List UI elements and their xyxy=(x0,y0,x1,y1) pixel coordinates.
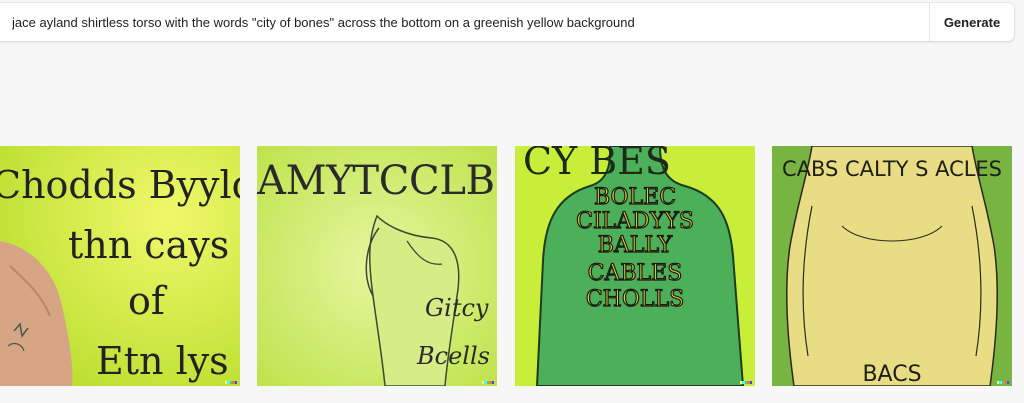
img2-script-2: Bcells xyxy=(416,342,490,370)
img3-line-1: BOLEC xyxy=(594,185,676,210)
img3-line-3: BALLY xyxy=(598,233,673,258)
image-badge xyxy=(225,381,238,384)
result-image-3[interactable]: CY BES BOLEC CILADYYS BALLY CABLES CHOLL… xyxy=(515,146,755,386)
img1-line-1: Chodds Byyld xyxy=(0,163,240,207)
img3-line-4: CABLES xyxy=(588,261,683,286)
img4-top-text: CABS CALTY S ACLES xyxy=(782,157,1002,181)
img2-top-text: AMYTCCLB xyxy=(257,158,495,204)
image-grid: Chodds Byyld thn cays of Etn lys AMYTCCL… xyxy=(0,146,1024,386)
image-badge xyxy=(740,381,753,384)
image-badge xyxy=(997,381,1010,384)
image-badge xyxy=(482,381,495,384)
img1-line-4: Etn lys xyxy=(96,339,229,383)
img1-line-3: of xyxy=(128,279,168,323)
result-image-1[interactable]: Chodds Byyld thn cays of Etn lys xyxy=(0,146,240,386)
result-image-1-art: Chodds Byyld thn cays of Etn lys xyxy=(0,146,240,386)
generate-button[interactable]: Generate xyxy=(929,3,1014,41)
img3-line-5: CHOLLS xyxy=(586,287,684,312)
img1-line-2: thn cays xyxy=(68,223,229,267)
img3-top-text: CY BES xyxy=(523,146,671,183)
prompt-input[interactable] xyxy=(0,3,929,41)
result-image-3-art: CY BES BOLEC CILADYYS BALLY CABLES CHOLL… xyxy=(515,146,755,386)
badge-swatch xyxy=(1006,381,1010,384)
result-image-2[interactable]: AMYTCCLB Gitcy Bcells xyxy=(257,146,497,386)
result-image-4[interactable]: CABS CALTY S ACLES BACS xyxy=(772,146,1012,386)
img2-script-1: Gitcy xyxy=(425,294,489,322)
prompt-bar: Generate xyxy=(0,3,1014,41)
result-image-4-art: CABS CALTY S ACLES BACS xyxy=(772,146,1012,386)
badge-swatch xyxy=(234,381,238,384)
badge-swatch xyxy=(491,381,495,384)
img4-bottom-text: BACS xyxy=(862,362,921,386)
result-image-2-art: AMYTCCLB Gitcy Bcells xyxy=(257,146,497,386)
img3-line-2: CILADYYS xyxy=(576,209,694,234)
badge-swatch xyxy=(749,381,753,384)
